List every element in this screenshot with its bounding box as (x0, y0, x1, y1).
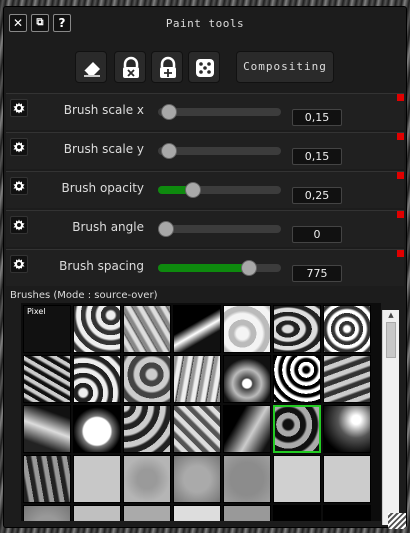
param-row: Brush angle 0 (6, 210, 404, 247)
gear-button[interactable] (10, 216, 28, 234)
slider-knob[interactable] (241, 260, 258, 276)
brush-thumbnail[interactable] (73, 355, 121, 403)
brush-thumbnail[interactable] (173, 455, 221, 503)
param-label: Brush scale x (63, 103, 144, 117)
param-row: Brush scale x 0,15 (6, 93, 404, 130)
resize-grip-icon[interactable] (388, 513, 406, 529)
paint-tools-panel: ✕ ⧉ ? Paint tools Compositing Brush scal… (3, 6, 407, 529)
param-slider[interactable] (158, 104, 281, 120)
brush-thumbnail[interactable] (23, 405, 71, 453)
brush-thumbnail[interactable] (123, 355, 171, 403)
slider-knob[interactable] (161, 143, 178, 159)
brush-thumbnail[interactable] (223, 405, 271, 453)
eraser-button[interactable] (75, 51, 107, 83)
brush-thumbnail[interactable] (273, 305, 321, 353)
gear-button[interactable] (10, 138, 28, 156)
gear-icon (13, 141, 25, 153)
gear-icon (13, 219, 25, 231)
brush-thumbnail[interactable] (123, 505, 171, 521)
brush-thumbnail[interactable] (273, 505, 321, 521)
gear-icon (13, 102, 25, 114)
panel-title: Paint tools (165, 17, 245, 30)
param-slider[interactable] (158, 260, 281, 276)
brush-name-label: Pixel (27, 307, 46, 316)
gear-button[interactable] (10, 99, 28, 117)
brush-thumbnail[interactable] (123, 455, 171, 503)
brush-thumbnail[interactable] (173, 355, 221, 403)
brush-unlock-button[interactable] (151, 51, 183, 83)
scroll-thumb[interactable] (386, 322, 396, 358)
compositing-button[interactable]: Compositing (236, 51, 334, 83)
brush-thumbnail[interactable] (223, 355, 271, 403)
dice-icon (196, 59, 214, 77)
param-label: Brush angle (72, 220, 144, 234)
brush-thumbnail[interactable] (123, 305, 171, 353)
slider-fill (158, 264, 250, 272)
random-button[interactable] (188, 51, 220, 83)
brush-thumbnail[interactable] (123, 405, 171, 453)
brush-thumbnail[interactable] (323, 455, 371, 503)
param-value-field[interactable]: 775 (292, 265, 342, 282)
gear-button[interactable] (10, 255, 28, 273)
brush-thumbnail[interactable] (23, 505, 71, 521)
param-value-field[interactable]: 0,15 (292, 109, 342, 126)
param-row: Brush opacity 0,25 (6, 171, 404, 208)
brush-thumbnail[interactable] (223, 305, 271, 353)
gear-button[interactable] (10, 177, 28, 195)
slider-knob[interactable] (161, 104, 178, 120)
brush-lock-icon (123, 56, 139, 78)
modified-marker (397, 211, 404, 218)
brush-grid: Pixel (21, 303, 381, 521)
brush-thumbnail[interactable]: Pixel (23, 305, 71, 353)
modified-marker (397, 250, 404, 257)
brush-thumbnail[interactable] (223, 505, 271, 521)
param-slider[interactable] (158, 143, 281, 159)
param-row: Brush scale y 0,15 (6, 132, 404, 169)
param-label: Brush scale y (63, 142, 144, 156)
brush-thumbnail[interactable] (73, 305, 121, 353)
brush-thumbnail[interactable] (323, 355, 371, 403)
brush-unlock-icon (160, 56, 176, 78)
param-value-field[interactable]: 0,15 (292, 148, 342, 165)
brush-thumbnail[interactable] (273, 355, 321, 403)
brush-lock-button[interactable] (114, 51, 146, 83)
brush-thumbnail[interactable] (273, 455, 321, 503)
eraser-icon (83, 62, 100, 77)
scroll-up-icon[interactable]: ▲ (383, 310, 399, 320)
brush-thumbnail[interactable] (223, 455, 271, 503)
toolbar: Compositing (4, 51, 406, 85)
param-slider[interactable] (158, 221, 281, 237)
slider-knob[interactable] (158, 221, 174, 237)
modified-marker (397, 133, 404, 140)
brush-thumbnail[interactable] (23, 355, 71, 403)
modified-marker (397, 172, 404, 179)
brush-thumbnail[interactable] (73, 405, 121, 453)
brushes-mode-label: Brushes (Mode : source-over) (10, 290, 158, 301)
param-value-field[interactable]: 0 (292, 226, 342, 243)
gear-icon (13, 258, 25, 270)
brush-thumbnail[interactable] (23, 455, 71, 503)
brush-thumbnail[interactable] (173, 505, 221, 521)
brush-thumbnail[interactable] (323, 505, 371, 521)
slider-knob[interactable] (184, 182, 201, 198)
brush-thumbnail[interactable] (73, 455, 121, 503)
brush-thumbnail[interactable] (323, 305, 371, 353)
brush-scrollbar[interactable]: ▲ ▼ (382, 310, 399, 525)
param-value-field[interactable]: 0,25 (292, 187, 342, 204)
brush-thumbnail[interactable] (323, 405, 371, 453)
brush-thumbnail[interactable] (173, 305, 221, 353)
gear-icon (13, 180, 25, 192)
param-slider[interactable] (158, 182, 281, 198)
brush-thumbnail[interactable] (73, 505, 121, 521)
param-row: Brush spacing 775 (6, 249, 404, 286)
param-label: Brush spacing (59, 259, 144, 273)
brush-thumbnail-selected[interactable] (273, 405, 321, 453)
brush-thumbnail[interactable] (173, 405, 221, 453)
param-label: Brush opacity (61, 181, 145, 195)
modified-marker (397, 94, 404, 101)
